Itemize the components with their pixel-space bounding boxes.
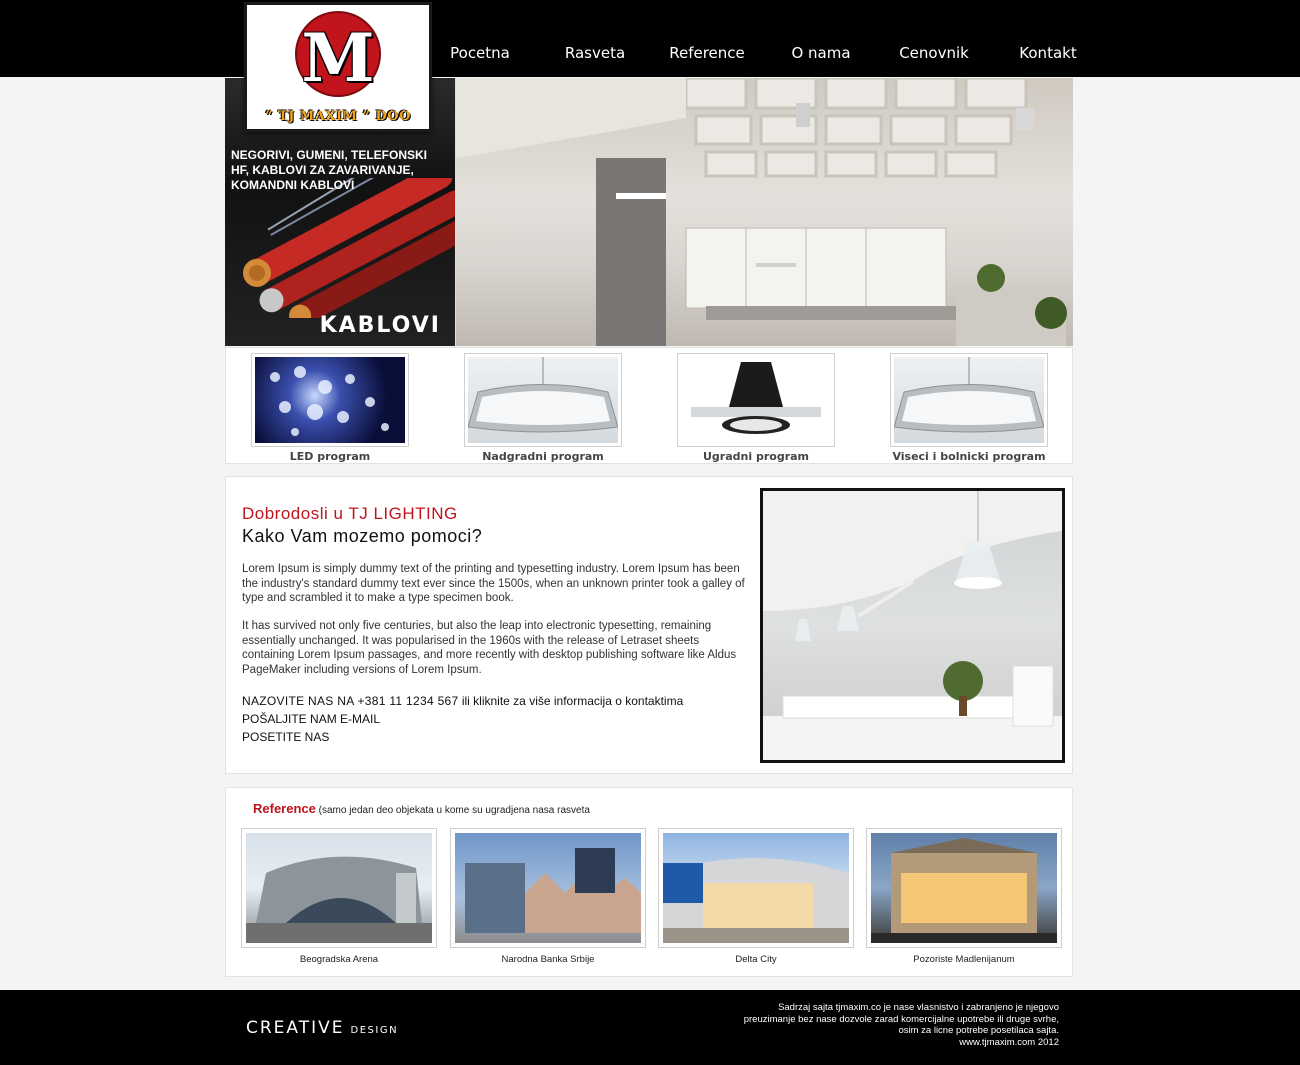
product-strip: LED program Nadgradni program Ugradni pr… bbox=[225, 347, 1073, 464]
welcome-paragraph: It has survived not only five centuries,… bbox=[242, 620, 737, 676]
product-thumb[interactable] bbox=[677, 353, 835, 447]
references-heading: Reference (samo jedan deo objekata u kom… bbox=[253, 801, 590, 816]
welcome-subtitle: Kako Vam mozemo pomoci? bbox=[242, 526, 483, 546]
office-lamps-illustration bbox=[763, 491, 1062, 760]
call-contact-text[interactable]: ili kliknite za više informacija o konta… bbox=[459, 694, 683, 708]
nav-rasveta[interactable]: Rasveta bbox=[565, 44, 625, 62]
references-section: Reference (samo jedan deo objekata u kom… bbox=[225, 787, 1073, 977]
hero-office-photo bbox=[456, 78, 1073, 346]
product-thumb[interactable] bbox=[251, 353, 409, 447]
reference-label[interactable]: Narodna Banka Srbije bbox=[450, 954, 646, 965]
send-email-link[interactable]: POŠALJITE NAM E-MAIL bbox=[242, 712, 380, 726]
top-bar bbox=[0, 0, 1300, 77]
hero-kablovi-label: KABLOVI bbox=[319, 313, 441, 338]
product-thumb[interactable] bbox=[890, 353, 1048, 447]
reference-thumb[interactable] bbox=[241, 828, 437, 948]
references-title: Reference bbox=[253, 801, 316, 816]
recessed-downlight-image bbox=[691, 362, 821, 434]
creative-design-logo[interactable]: CREATIVE DESIGN bbox=[246, 1018, 398, 1038]
pendant-luminaire-image bbox=[894, 357, 1044, 433]
reference-item[interactable]: Delta City bbox=[658, 828, 854, 965]
brand-suffix: DESIGN bbox=[350, 1025, 399, 1036]
theater-image bbox=[871, 838, 1057, 943]
office-illustration bbox=[456, 78, 1067, 346]
footer-site-link[interactable]: www.tjmaxim.com 2012 bbox=[699, 1037, 1059, 1049]
product-thumb[interactable] bbox=[464, 353, 622, 447]
legal-line: osim za licne potrebe posetilaca sajta. bbox=[898, 1025, 1059, 1036]
logo-letter: M bbox=[301, 19, 375, 97]
nav-kontakt[interactable]: Kontakt bbox=[1019, 44, 1076, 62]
surface-luminaire-image bbox=[468, 357, 618, 433]
logo-company-name: “ TJ MAXIM ” DOO bbox=[265, 109, 411, 124]
product-led[interactable]: LED program bbox=[251, 353, 409, 463]
reference-label[interactable]: Pozoriste Madlenijanum bbox=[866, 954, 1062, 965]
welcome-title: Dobrodosli u TJ LIGHTING bbox=[242, 504, 458, 523]
reference-item[interactable]: Narodna Banka Srbije bbox=[450, 828, 646, 965]
call-line: NAZOVITE NAS NA +381 11 1234 567 ili kli… bbox=[242, 694, 683, 708]
nav-reference[interactable]: Reference bbox=[669, 44, 745, 62]
reference-label[interactable]: Beogradska Arena bbox=[241, 954, 437, 965]
welcome-photo bbox=[760, 488, 1065, 763]
hero-caption: NEGORIVI, GUMENI, TELEFONSKI HF, KABLOVI… bbox=[231, 148, 428, 192]
reference-item[interactable]: Beogradska Arena bbox=[241, 828, 437, 965]
welcome-section: Dobrodosli u TJ LIGHTING Kako Vam mozemo… bbox=[225, 476, 1073, 774]
product-label[interactable]: Ugradni program bbox=[677, 450, 835, 463]
visit-us-link[interactable]: POSETITE NAS bbox=[242, 730, 329, 744]
references-subtitle: (samo jedan deo objekata u kome su ugrad… bbox=[315, 805, 590, 816]
brand-name: CREATIVE bbox=[246, 1018, 345, 1038]
reference-label[interactable]: Delta City bbox=[658, 954, 854, 965]
reference-thumb[interactable] bbox=[866, 828, 1062, 948]
arena-image bbox=[246, 856, 432, 943]
legal-line: preuzimanje bez nase dozvole zarad komer… bbox=[743, 1013, 1059, 1025]
cables-illustration bbox=[242, 178, 455, 318]
site-logo[interactable]: M “ TJ MAXIM ” DOO bbox=[244, 2, 432, 132]
delta-city-image bbox=[663, 858, 849, 943]
call-phone-link[interactable]: NAZOVITE NAS NA +381 11 1234 567 bbox=[242, 694, 459, 708]
nav-o-nama[interactable]: O nama bbox=[791, 44, 850, 62]
product-ugradni[interactable]: Ugradni program bbox=[677, 353, 835, 463]
reference-thumb[interactable] bbox=[450, 828, 646, 948]
product-label[interactable]: Viseci i bolnicki program bbox=[890, 450, 1048, 463]
nav-pocetna[interactable]: Pocetna bbox=[450, 44, 510, 62]
reference-item[interactable]: Pozoriste Madlenijanum bbox=[866, 828, 1062, 965]
welcome-paragraph: Lorem Ipsum is simply dummy text of the … bbox=[242, 563, 745, 604]
main-nav: Pocetna Rasveta Reference O nama Cenovni… bbox=[0, 44, 1300, 64]
product-label[interactable]: Nadgradni program bbox=[464, 450, 622, 463]
reference-thumb[interactable] bbox=[658, 828, 854, 948]
product-label[interactable]: LED program bbox=[251, 450, 409, 463]
product-nadgradni[interactable]: Nadgradni program bbox=[464, 353, 622, 463]
product-viseci[interactable]: Viseci i bolnicki program bbox=[890, 353, 1048, 463]
nav-cenovnik[interactable]: Cenovnik bbox=[899, 44, 969, 62]
logo-emblem: M bbox=[295, 11, 381, 97]
footer-legal-text: Sadrzaj sajta tjmaxim.co je nase vlasnis… bbox=[699, 1002, 1059, 1048]
led-image bbox=[270, 366, 389, 436]
legal-line: Sadrzaj sajta tjmaxim.co je nase vlasnis… bbox=[778, 1002, 1059, 1013]
bank-image bbox=[465, 848, 641, 933]
footer: CREATIVE DESIGN Sadrzaj sajta tjmaxim.co … bbox=[0, 990, 1300, 1065]
